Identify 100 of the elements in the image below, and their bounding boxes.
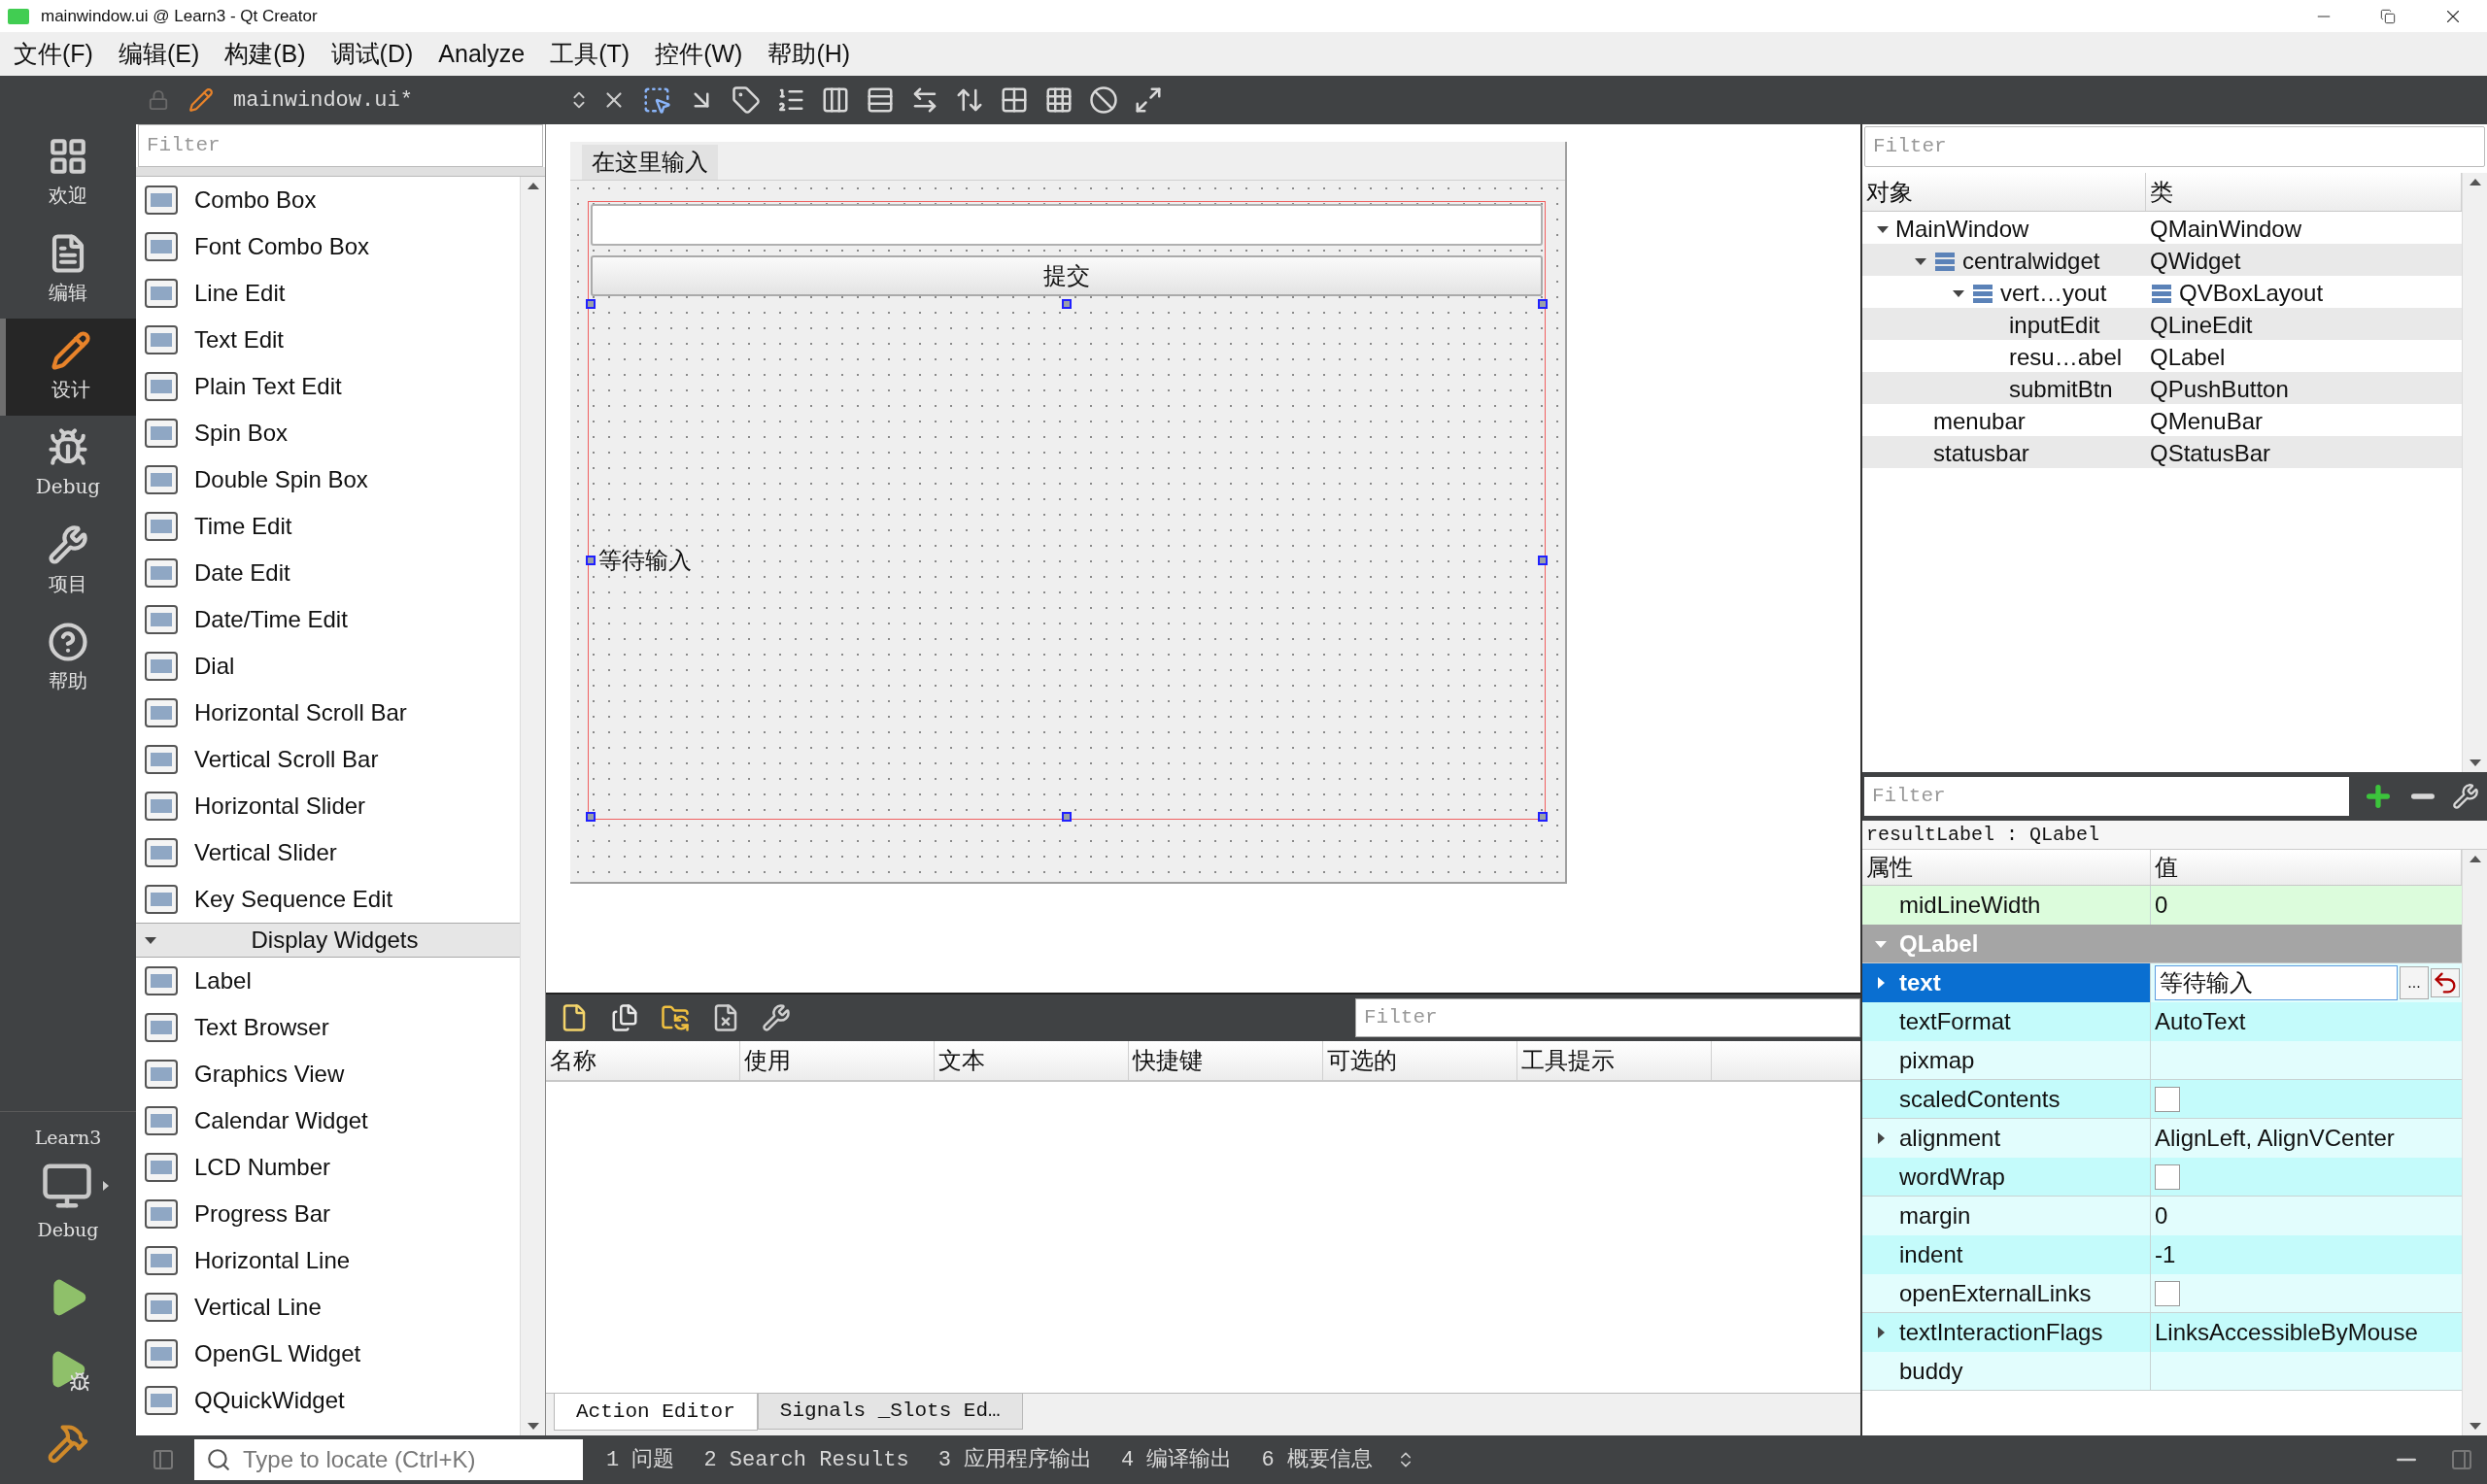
text-input[interactable] <box>591 204 1543 246</box>
widget-list-item[interactable]: Key Sequence Edit <box>194 882 393 917</box>
property-name[interactable]: alignment <box>1862 1119 2151 1158</box>
property-name[interactable]: openExternalLinks <box>1862 1274 2151 1312</box>
mode-button[interactable]: 项目 <box>0 513 136 610</box>
widget-list-item[interactable]: Horizontal Line <box>194 1243 351 1278</box>
selection-handle[interactable] <box>586 812 596 822</box>
sidebar-toggle-icon[interactable] <box>152 1448 175 1471</box>
editor-tab[interactable]: Signals _Slots Ed… <box>757 1393 1023 1430</box>
tree-row[interactable]: statusbar QStatusBar <box>1862 436 2462 468</box>
widget-list-item[interactable]: Combo Box <box>194 183 317 218</box>
submit-button[interactable]: 提交 <box>591 255 1543 296</box>
property-name[interactable]: scaledContents <box>1862 1080 2151 1118</box>
selection-handle[interactable] <box>1062 299 1072 309</box>
widget-list-item[interactable]: Calendar Widget <box>194 1103 368 1138</box>
column-header[interactable]: 文本 <box>935 1041 1129 1080</box>
widget-list-item[interactable]: Graphics View <box>194 1057 345 1092</box>
menu-item[interactable]: 帮助(H) <box>767 35 851 73</box>
widget-list-item[interactable]: Dial <box>194 649 235 684</box>
selection-handle[interactable] <box>1538 812 1548 822</box>
mode-button[interactable]: 帮助 <box>0 610 136 707</box>
widget-list-item[interactable]: Line Edit <box>194 276 286 311</box>
scroll-down-icon[interactable] <box>2468 1422 2482 1432</box>
browse-button[interactable]: ... <box>2400 966 2429 999</box>
widget-list-item[interactable]: Progress Bar <box>194 1197 331 1231</box>
widget-list-item[interactable]: Vertical Line <box>194 1290 322 1325</box>
mode-button[interactable]: Debug <box>0 416 136 513</box>
widget-list-item[interactable]: Vertical Scroll Bar <box>194 742 379 777</box>
widget-list-item[interactable]: LCD Number <box>194 1150 331 1185</box>
column-header[interactable]: 快捷键 <box>1129 1041 1323 1080</box>
value-cell[interactable]: -1 <box>2151 1235 2462 1274</box>
column-header[interactable]: 工具提示 <box>1517 1041 1712 1080</box>
locate-field[interactable]: Type to locate (Ctrl+K) <box>194 1439 583 1480</box>
property-name[interactable]: wordWrap <box>1862 1158 2151 1196</box>
widget-list-item[interactable]: Spin Box <box>194 416 289 451</box>
value-cell[interactable] <box>2151 1352 2462 1390</box>
sidebar-toggle-icon[interactable] <box>2450 1448 2473 1471</box>
output-pane-button[interactable]: 4 编译输出 <box>1121 1443 1233 1476</box>
checkbox[interactable] <box>2155 1164 2180 1190</box>
output-pane-button[interactable]: 2 Search Results <box>703 1443 909 1476</box>
mode-button[interactable]: 设计 <box>0 319 136 416</box>
selection-handle[interactable] <box>1538 556 1548 565</box>
scroll-down-icon[interactable] <box>526 1422 540 1432</box>
editor-tab[interactable]: Action Editor <box>554 1394 758 1431</box>
property-name[interactable]: buddy <box>1862 1352 2151 1390</box>
column-header[interactable]: 名称 <box>546 1041 740 1080</box>
widget-list-item[interactable]: Vertical Slider <box>194 835 337 870</box>
value-field[interactable]: 等待输入 <box>2155 965 2398 1000</box>
widget-list-item[interactable]: Label <box>194 963 252 998</box>
value-cell[interactable]: AlignLeft, AlignVCenter <box>2151 1119 2462 1158</box>
property-name[interactable]: textInteractionFlags <box>1862 1313 2151 1352</box>
scroll-up-icon[interactable] <box>526 181 540 190</box>
value-cell[interactable] <box>2151 1274 2462 1312</box>
value-cell[interactable]: LinksAccessibleByMouse <box>2151 1313 2462 1352</box>
wrench-icon[interactable] <box>762 1003 791 1032</box>
value-cell[interactable]: 0 <box>2151 886 2462 925</box>
menu-item[interactable]: 文件(F) <box>14 35 93 73</box>
forbidden-icon[interactable] <box>1088 85 1118 115</box>
widget-list-item[interactable]: Date Edit <box>194 556 290 590</box>
tree-row[interactable]: submitBtn QPushButton <box>1862 372 2462 404</box>
widget-list-item[interactable]: Time Edit <box>194 509 292 544</box>
restore-icon[interactable] <box>2380 8 2396 24</box>
value-cell[interactable]: 等待输入 ... <box>2151 963 2462 1002</box>
value-cell[interactable]: 0 <box>2151 1197 2462 1235</box>
widget-list-item[interactable]: Font Combo Box <box>194 229 370 264</box>
widget-list-item[interactable]: Horizontal Scroll Bar <box>194 695 407 730</box>
folder-sync-icon[interactable] <box>661 1003 690 1032</box>
menu-item[interactable]: Analyze <box>438 35 526 73</box>
tree-row[interactable]: centralwidget QWidget <box>1862 244 2462 276</box>
menu-item[interactable]: 控件(W) <box>655 35 743 73</box>
scroll-down-icon[interactable] <box>2468 759 2482 768</box>
value-cell[interactable]: AutoText <box>2151 1002 2462 1041</box>
widget-list-item[interactable]: OpenGL Widget <box>194 1336 361 1371</box>
wrench-icon[interactable] <box>2452 783 2479 810</box>
menu-item[interactable]: 调试(D) <box>330 35 414 73</box>
selection-handle[interactable] <box>1062 812 1072 822</box>
property-name[interactable]: midLineWidth <box>1862 886 2151 925</box>
output-pane-button[interactable]: 6 概要信息 <box>1261 1443 1373 1476</box>
widget-list-item[interactable]: Date/Time Edit <box>194 602 348 637</box>
tree-row[interactable]: inputEdit QLineEdit <box>1862 308 2462 340</box>
widget-list-item[interactable]: Double Spin Box <box>194 462 368 497</box>
value-cell[interactable] <box>2151 1158 2462 1196</box>
output-pane-button[interactable]: 3 应用程序输出 <box>937 1443 1093 1476</box>
widget-list-item[interactable]: QQuickWidget <box>194 1383 345 1418</box>
caret-right-icon[interactable] <box>101 1178 111 1193</box>
property-name[interactable]: textFormat <box>1862 1002 2151 1041</box>
property-name[interactable]: indent <box>1862 1235 2151 1274</box>
widget-list-item[interactable]: Text Edit <box>194 322 285 357</box>
selection-handle[interactable] <box>586 299 596 309</box>
mode-button[interactable]: 欢迎 <box>0 124 136 221</box>
tag-icon[interactable] <box>731 85 761 115</box>
mode-button[interactable]: 编辑 <box>0 221 136 319</box>
column-header[interactable]: 对象 <box>1862 173 2146 211</box>
column-header[interactable]: 属性 <box>1862 850 2151 885</box>
menu-item[interactable]: 构建(B) <box>224 35 306 73</box>
scroll-up-icon[interactable] <box>2468 854 2482 863</box>
menu-item[interactable]: 编辑(E) <box>118 35 200 73</box>
section-header[interactable]: Display Widgets <box>136 923 520 958</box>
reset-icon[interactable] <box>2431 968 2460 997</box>
selection-handle[interactable] <box>586 556 596 565</box>
